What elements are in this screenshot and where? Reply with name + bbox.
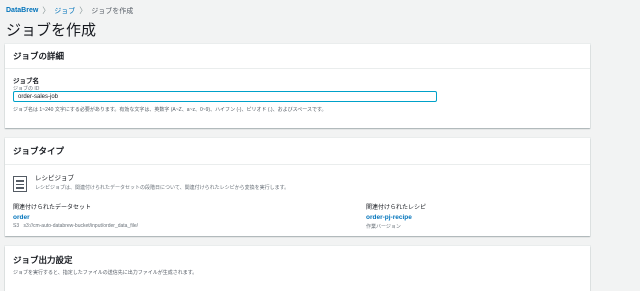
recipe-version: 作業バージョン — [366, 224, 401, 230]
recipe-link[interactable]: order-pj-recipe — [366, 214, 426, 221]
chevron-right-icon: 〉 — [79, 6, 88, 15]
recipe-job-option[interactable]: レシピジョブ レシピジョブは、関連付けられたデータセットの段階日について、関連付… — [35, 172, 289, 191]
job-name-input[interactable]: order-sales-job — [13, 91, 437, 102]
job-output-panel: ジョブ出力設定 ジョブを実行すると、指定したファイルの送信先に出力ファイルが生成… — [5, 246, 590, 291]
breadcrumb-current: ジョブを作成 — [91, 7, 134, 15]
job-output-description: ジョブを実行すると、指定したファイルの送信先に出力ファイルが生成されます。 — [13, 270, 198, 276]
dataset-link[interactable]: order — [13, 214, 138, 221]
dataset-label: 関連付けられたデータセット — [13, 205, 92, 211]
recipe-section: 関連付けられたレシピ order-pj-recipe 作業バージョン — [366, 202, 426, 230]
job-details-header: ジョブの詳細 — [5, 44, 590, 69]
breadcrumb-jobs[interactable]: ジョブ — [54, 6, 75, 16]
recipe-label: 関連付けられたレシピ — [366, 205, 427, 211]
chevron-right-icon: 〉 — [42, 6, 51, 15]
job-output-header: ジョブ出力設定 — [13, 255, 73, 265]
job-details-body: ジョブ名 ジョブの ID order-sales-job ジョブ名は 1~240… — [5, 69, 590, 129]
job-type-panel: ジョブタイプ レシピジョブ レシピジョブは、関連付けられたデータセットの段階日に… — [5, 138, 590, 236]
recipe-job-description: レシピジョブは、関連付けられたデータセットの段階日について、関連付けられたレシピ… — [35, 185, 290, 191]
job-output-header-area: ジョブ出力設定 ジョブを実行すると、指定したファイルの送信先に出力ファイルが生成… — [5, 246, 590, 276]
s3-badge: S3 — [13, 223, 20, 229]
dataset-section: 関連付けられたデータセット order S3 s3://cm-auto-data… — [13, 202, 138, 229]
recipe-job-title: レシピジョブ — [35, 175, 74, 182]
recipe-job-icon — [13, 176, 27, 192]
job-details-panel: ジョブの詳細 ジョブ名 ジョブの ID order-sales-job ジョブ名… — [5, 44, 590, 128]
job-type-header: ジョブタイプ — [5, 138, 590, 165]
dataset-path: s3://cm-auto-databrew-bucket/input/order… — [23, 223, 139, 229]
breadcrumb-databrew[interactable]: DataBrew — [6, 7, 38, 14]
job-name-hint: ジョブ名は 1~240 文字にする必要があります。有効な文字は、英数字 (A~Z… — [13, 107, 327, 113]
page-title: ジョブを作成 — [6, 22, 97, 39]
breadcrumb: DataBrew 〉 ジョブ 〉 ジョブを作成 — [6, 5, 133, 16]
job-name-label: ジョブ名 — [13, 78, 39, 85]
job-type-body: レシピジョブ レシピジョブは、関連付けられたデータセットの段階日について、関連付… — [5, 165, 590, 237]
